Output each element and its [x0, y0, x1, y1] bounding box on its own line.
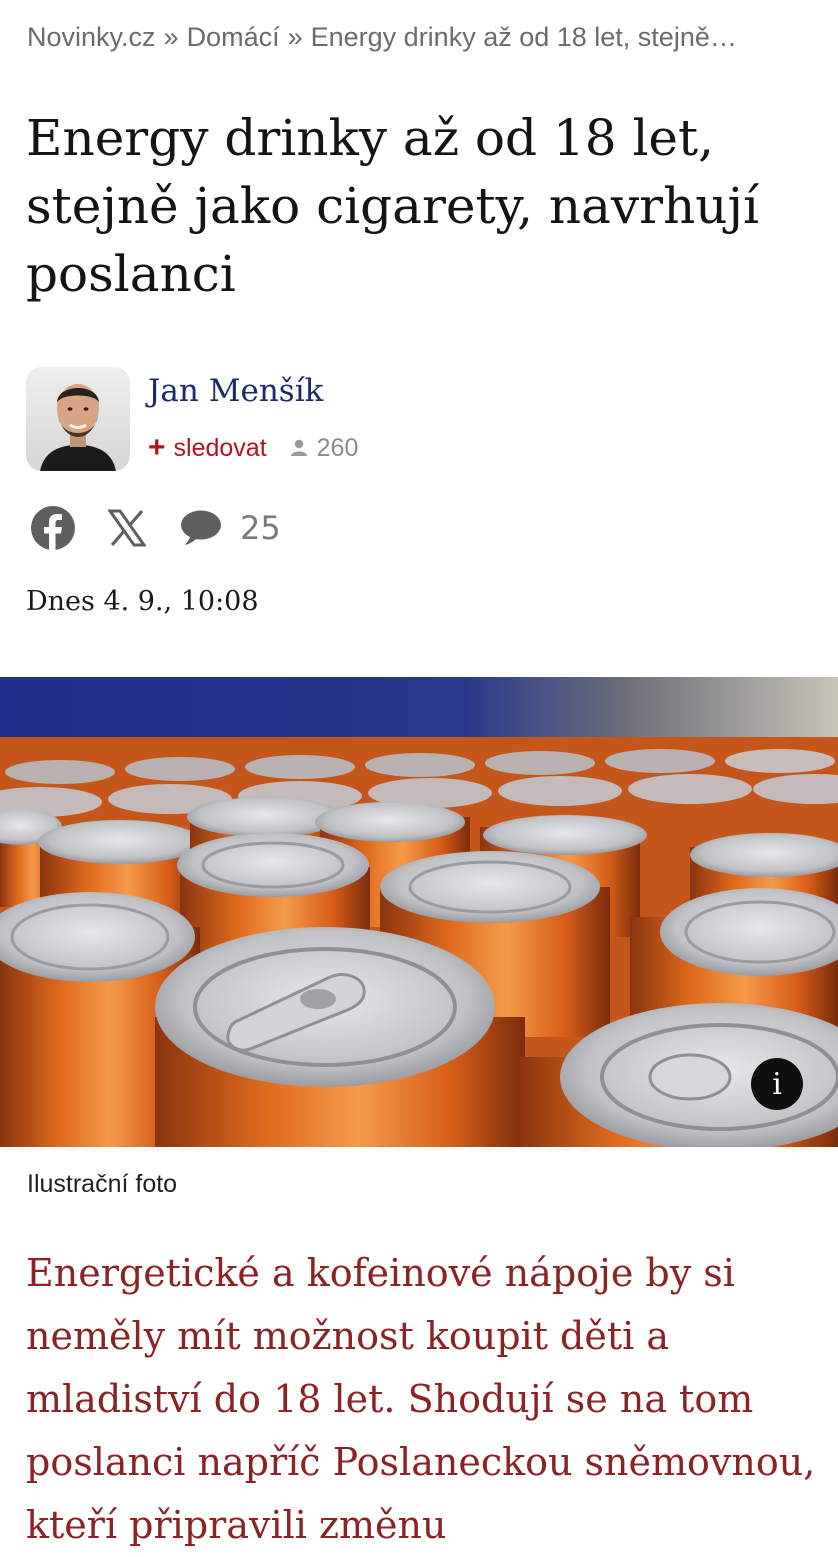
breadcrumb-current: Energy drinky až od 18 let, stejně… [310, 22, 737, 52]
author-avatar[interactable] [26, 367, 130, 471]
photo-caption: Ilustrační foto [27, 1170, 178, 1198]
photo-info-button[interactable]: i [751, 1058, 803, 1110]
person-icon [290, 439, 307, 456]
followers-count: 260 [289, 433, 359, 463]
publish-date: Dnes 4. 9., 10:08 [26, 586, 259, 617]
followers-number: 260 [316, 433, 359, 462]
breadcrumb-home-link[interactable]: Novinky.cz [27, 22, 156, 52]
plus-icon: + [148, 431, 166, 464]
comments-link[interactable]: 25 [180, 509, 281, 547]
breadcrumb: Novinky.cz» Domácí» Energy drinky až od 18… [27, 18, 817, 56]
article-photo[interactable] [0, 677, 838, 1147]
author-name-link[interactable]: Jan Menšík [148, 373, 323, 409]
breadcrumb-separator: » [287, 22, 303, 52]
follow-button[interactable]: + sledovat [148, 433, 267, 463]
comment-bubble-icon [181, 510, 221, 545]
follow-label: sledovat [173, 433, 267, 462]
breadcrumb-section-link[interactable]: Domácí [187, 22, 280, 52]
facebook-icon[interactable] [30, 505, 76, 551]
author-block: Jan Menšík + sledovat 260 [26, 367, 726, 471]
article-headline: Energy drinky až od 18 let, stejně jako … [26, 109, 759, 303]
x-icon[interactable] [108, 509, 146, 547]
comments-count: 25 [240, 509, 281, 547]
follow-row: + sledovat 260 [148, 433, 358, 463]
breadcrumb-separator: » [163, 22, 179, 52]
share-row: 25 [30, 503, 281, 553]
article-perex: Energetické a kofeinové nápoje by si nem… [26, 1251, 816, 1547]
